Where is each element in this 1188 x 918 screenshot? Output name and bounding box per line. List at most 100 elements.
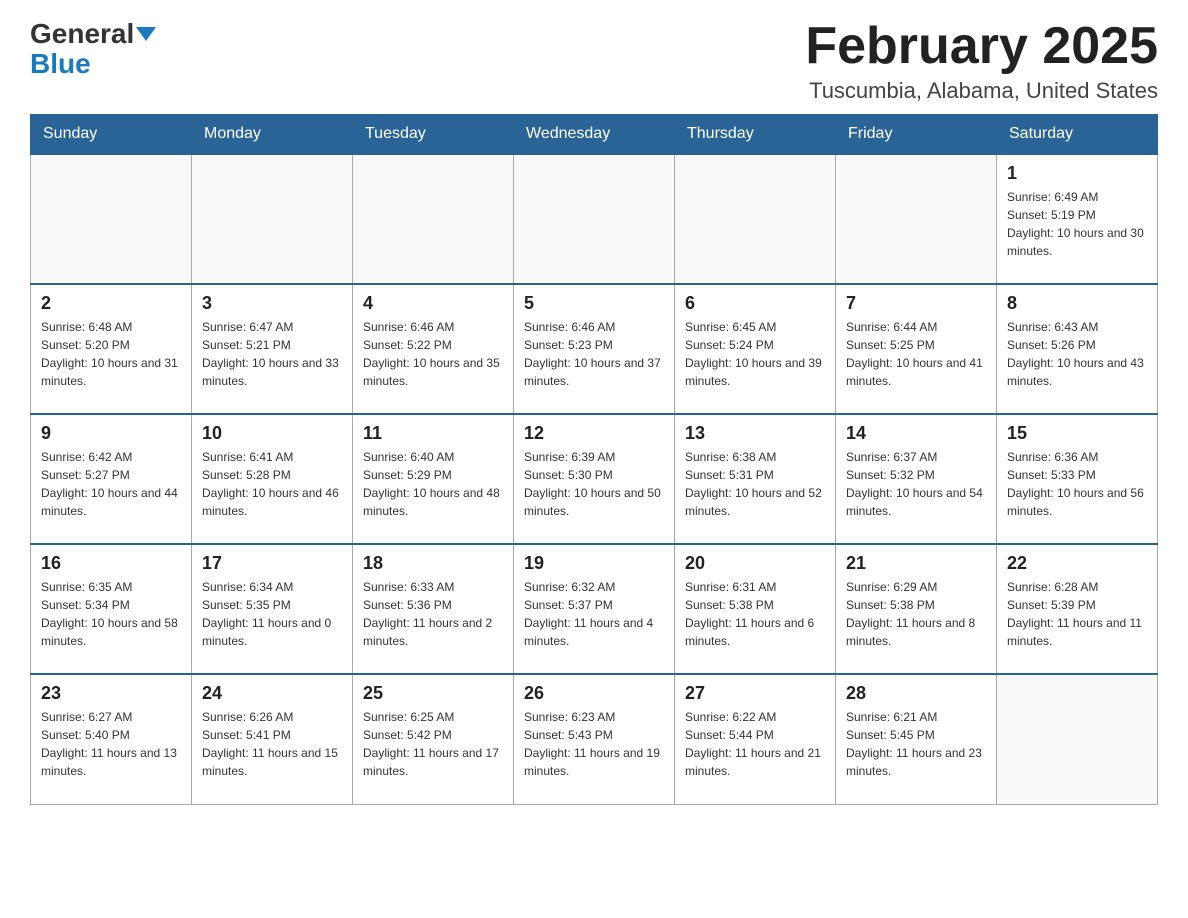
logo-triangle-icon (136, 27, 156, 41)
day-info: Sunrise: 6:34 AMSunset: 5:35 PMDaylight:… (202, 578, 342, 650)
day-info: Sunrise: 6:36 AMSunset: 5:33 PMDaylight:… (1007, 448, 1147, 520)
day-number: 13 (685, 423, 825, 444)
day-header-friday: Friday (836, 115, 997, 155)
day-number: 16 (41, 553, 181, 574)
day-info: Sunrise: 6:22 AMSunset: 5:44 PMDaylight:… (685, 708, 825, 780)
day-number: 1 (1007, 163, 1147, 184)
day-number: 17 (202, 553, 342, 574)
day-number: 12 (524, 423, 664, 444)
calendar-cell: 23 Sunrise: 6:27 AMSunset: 5:40 PMDayligh… (31, 674, 192, 804)
calendar-cell: 16 Sunrise: 6:35 AMSunset: 5:34 PMDayligh… (31, 544, 192, 674)
week-row-3: 9Sunrise: 6:42 AMSunset: 5:27 PMDaylight… (31, 414, 1158, 544)
day-number: 3 (202, 293, 342, 314)
calendar-cell: 8 Sunrise: 6:43 AMSunset: 5:26 PMDaylight… (997, 284, 1158, 414)
calendar-cell: 12 Sunrise: 6:39 AMSunset: 5:30 PMDayligh… (514, 414, 675, 544)
calendar-header-row: SundayMondayTuesdayWednesdayThursdayFrid… (31, 115, 1158, 155)
day-number: 10 (202, 423, 342, 444)
day-info: Sunrise: 6:29 AMSunset: 5:38 PMDaylight:… (846, 578, 986, 650)
day-number: 25 (363, 683, 503, 704)
calendar-cell: 13 Sunrise: 6:38 AMSunset: 5:31 PMDayligh… (675, 414, 836, 544)
day-info: Sunrise: 6:38 AMSunset: 5:31 PMDaylight:… (685, 448, 825, 520)
week-row-1: 1 Sunrise: 6:49 AMSunset: 5:19 PMDaylight… (31, 154, 1158, 284)
calendar-cell (192, 154, 353, 284)
day-info: Sunrise: 6:48 AMSunset: 5:20 PMDaylight:… (41, 318, 181, 390)
logo-blue-text: Blue (30, 48, 91, 80)
day-info: Sunrise: 6:27 AMSunset: 5:40 PMDaylight:… (41, 708, 181, 780)
calendar-cell: 6 Sunrise: 6:45 AMSunset: 5:24 PMDaylight… (675, 284, 836, 414)
day-info: Sunrise: 6:49 AMSunset: 5:19 PMDaylight:… (1007, 188, 1147, 260)
calendar-cell: 7 Sunrise: 6:44 AMSunset: 5:25 PMDaylight… (836, 284, 997, 414)
day-info: Sunrise: 6:46 AMSunset: 5:22 PMDaylight:… (363, 318, 503, 390)
calendar-cell: 11 Sunrise: 6:40 AMSunset: 5:29 PMDayligh… (353, 414, 514, 544)
day-number: 15 (1007, 423, 1147, 444)
day-number: 5 (524, 293, 664, 314)
day-number: 26 (524, 683, 664, 704)
day-info: Sunrise: 6:21 AMSunset: 5:45 PMDaylight:… (846, 708, 986, 780)
day-number: 20 (685, 553, 825, 574)
day-header-wednesday: Wednesday (514, 115, 675, 155)
calendar-cell: 26Sunrise: 6:23 AMSunset: 5:43 PMDayligh… (514, 674, 675, 804)
calendar-cell: 14Sunrise: 6:37 AMSunset: 5:32 PMDayligh… (836, 414, 997, 544)
day-number: 6 (685, 293, 825, 314)
day-info: Sunrise: 6:33 AMSunset: 5:36 PMDaylight:… (363, 578, 503, 650)
day-info: Sunrise: 6:45 AMSunset: 5:24 PMDaylight:… (685, 318, 825, 390)
day-number: 19 (524, 553, 664, 574)
title-section: February 2025 Tuscumbia, Alabama, United… (805, 20, 1158, 104)
day-info: Sunrise: 6:26 AMSunset: 5:41 PMDaylight:… (202, 708, 342, 780)
day-number: 28 (846, 683, 986, 704)
day-info: Sunrise: 6:35 AMSunset: 5:34 PMDaylight:… (41, 578, 181, 650)
calendar-cell: 4 Sunrise: 6:46 AMSunset: 5:22 PMDaylight… (353, 284, 514, 414)
week-row-2: 2 Sunrise: 6:48 AMSunset: 5:20 PMDaylight… (31, 284, 1158, 414)
logo: General Blue (30, 20, 156, 80)
day-info: Sunrise: 6:28 AMSunset: 5:39 PMDaylight:… (1007, 578, 1147, 650)
day-number: 8 (1007, 293, 1147, 314)
day-info: Sunrise: 6:46 AMSunset: 5:23 PMDaylight:… (524, 318, 664, 390)
day-header-monday: Monday (192, 115, 353, 155)
calendar-cell: 22 Sunrise: 6:28 AMSunset: 5:39 PMDayligh… (997, 544, 1158, 674)
day-number: 22 (1007, 553, 1147, 574)
month-title: February 2025 (805, 20, 1158, 72)
day-number: 7 (846, 293, 986, 314)
page-header: General Blue February 2025 Tuscumbia, Al… (30, 20, 1158, 104)
day-number: 24 (202, 683, 342, 704)
day-number: 23 (41, 683, 181, 704)
calendar-cell: 18 Sunrise: 6:33 AMSunset: 5:36 PMDayligh… (353, 544, 514, 674)
day-number: 2 (41, 293, 181, 314)
day-info: Sunrise: 6:41 AMSunset: 5:28 PMDaylight:… (202, 448, 342, 520)
day-info: Sunrise: 6:43 AMSunset: 5:26 PMDaylight:… (1007, 318, 1147, 390)
week-row-5: 23 Sunrise: 6:27 AMSunset: 5:40 PMDayligh… (31, 674, 1158, 804)
calendar-cell: 28 Sunrise: 6:21 AMSunset: 5:45 PMDayligh… (836, 674, 997, 804)
calendar-cell: 3 Sunrise: 6:47 AMSunset: 5:21 PMDaylight… (192, 284, 353, 414)
calendar-cell: 19 Sunrise: 6:32 AMSunset: 5:37 PMDayligh… (514, 544, 675, 674)
calendar-cell: 5 Sunrise: 6:46 AMSunset: 5:23 PMDaylight… (514, 284, 675, 414)
calendar-cell (31, 154, 192, 284)
calendar-cell: 2 Sunrise: 6:48 AMSunset: 5:20 PMDaylight… (31, 284, 192, 414)
calendar-cell: 15 Sunrise: 6:36 AMSunset: 5:33 PMDayligh… (997, 414, 1158, 544)
calendar-cell: 25Sunrise: 6:25 AMSunset: 5:42 PMDayligh… (353, 674, 514, 804)
day-number: 27 (685, 683, 825, 704)
day-header-saturday: Saturday (997, 115, 1158, 155)
calendar-cell: 20 Sunrise: 6:31 AMSunset: 5:38 PMDayligh… (675, 544, 836, 674)
calendar-cell: 27 Sunrise: 6:22 AMSunset: 5:44 PMDayligh… (675, 674, 836, 804)
calendar-cell: 9Sunrise: 6:42 AMSunset: 5:27 PMDaylight… (31, 414, 192, 544)
day-number: 11 (363, 423, 503, 444)
calendar-cell (353, 154, 514, 284)
week-row-4: 16 Sunrise: 6:35 AMSunset: 5:34 PMDayligh… (31, 544, 1158, 674)
day-info: Sunrise: 6:32 AMSunset: 5:37 PMDaylight:… (524, 578, 664, 650)
calendar-cell (997, 674, 1158, 804)
day-header-tuesday: Tuesday (353, 115, 514, 155)
day-info: Sunrise: 6:44 AMSunset: 5:25 PMDaylight:… (846, 318, 986, 390)
calendar-cell (836, 154, 997, 284)
day-info: Sunrise: 6:37 AMSunset: 5:32 PMDaylight:… (846, 448, 986, 520)
calendar-cell (675, 154, 836, 284)
day-number: 18 (363, 553, 503, 574)
calendar-cell: 1 Sunrise: 6:49 AMSunset: 5:19 PMDaylight… (997, 154, 1158, 284)
calendar-cell: 17 Sunrise: 6:34 AMSunset: 5:35 PMDayligh… (192, 544, 353, 674)
day-info: Sunrise: 6:47 AMSunset: 5:21 PMDaylight:… (202, 318, 342, 390)
day-info: Sunrise: 6:40 AMSunset: 5:29 PMDaylight:… (363, 448, 503, 520)
day-number: 4 (363, 293, 503, 314)
calendar-cell: 24 Sunrise: 6:26 AMSunset: 5:41 PMDayligh… (192, 674, 353, 804)
day-info: Sunrise: 6:31 AMSunset: 5:38 PMDaylight:… (685, 578, 825, 650)
logo-general-text: General (30, 20, 134, 48)
day-info: Sunrise: 6:39 AMSunset: 5:30 PMDaylight:… (524, 448, 664, 520)
